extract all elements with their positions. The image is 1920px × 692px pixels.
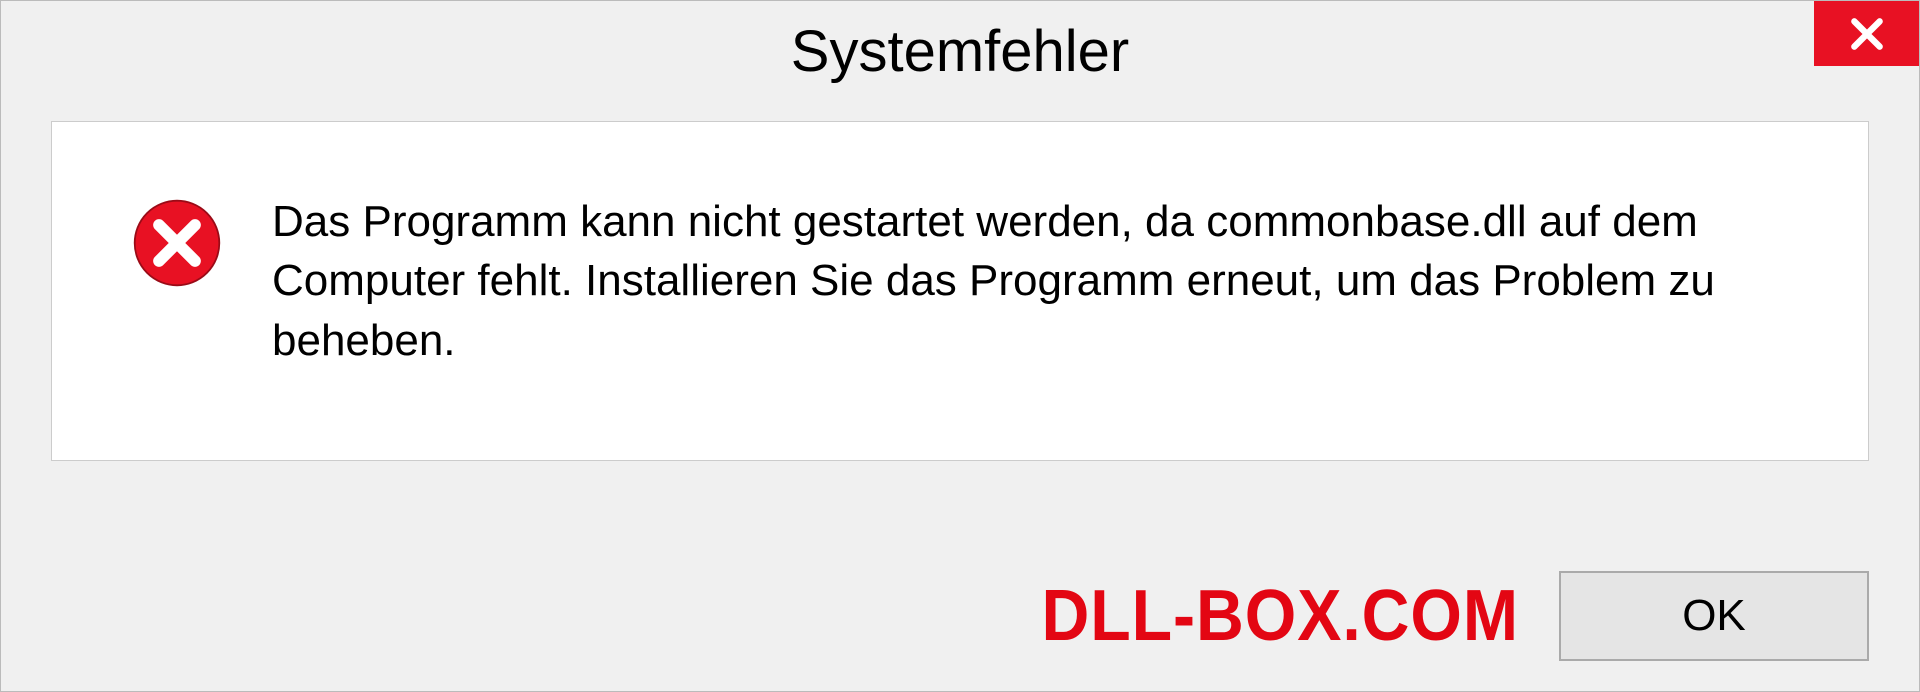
dialog-title: Systemfehler <box>791 18 1129 85</box>
dialog-footer: DLL-BOX.COM OK <box>51 571 1869 661</box>
content-panel: Das Programm kann nicht gestartet werden… <box>51 121 1869 461</box>
ok-button[interactable]: OK <box>1559 571 1869 661</box>
error-icon <box>132 198 222 288</box>
close-button[interactable] <box>1814 1 1919 66</box>
title-bar: Systemfehler <box>1 1 1919 101</box>
close-icon <box>1848 15 1886 53</box>
watermark-text: DLL-BOX.COM <box>1042 575 1519 657</box>
error-message: Das Programm kann nicht gestartet werden… <box>272 192 1828 370</box>
